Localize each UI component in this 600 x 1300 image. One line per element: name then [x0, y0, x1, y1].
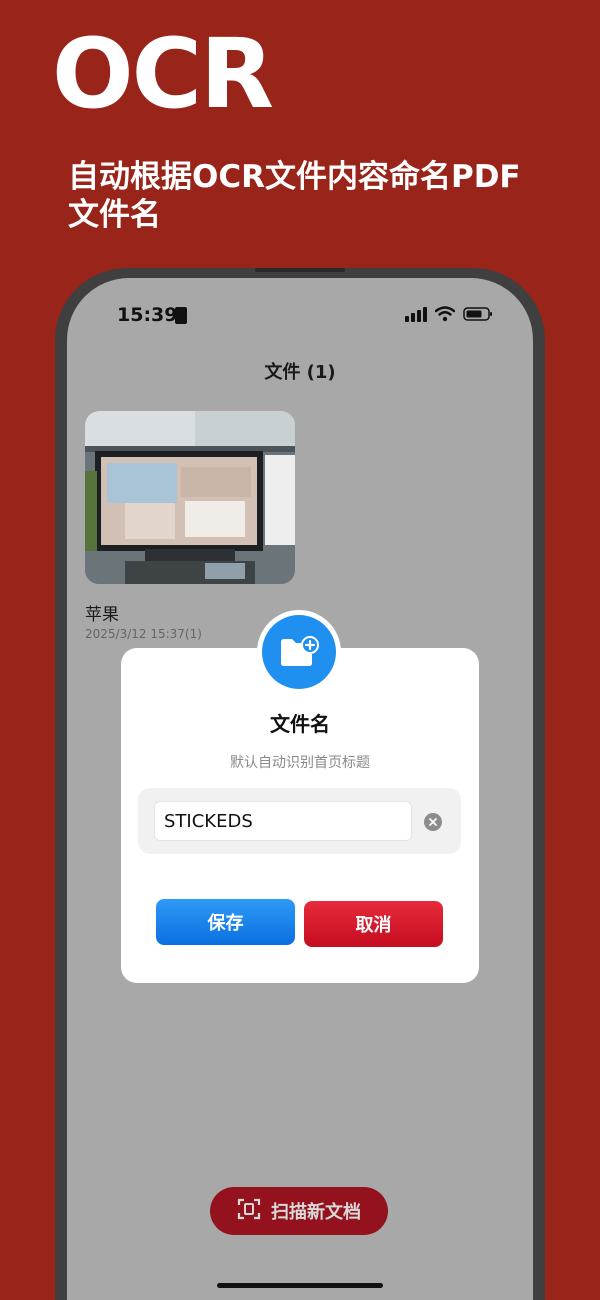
battery-icon: [463, 306, 493, 326]
promo-title: OCR: [52, 18, 274, 130]
scan-button-label: 扫描新文档: [271, 1202, 361, 1223]
dialog-icon-ring: [257, 610, 341, 694]
status-indicators: [405, 306, 493, 326]
clear-icon[interactable]: [424, 813, 442, 831]
dialog-subtitle: 默认自动识别首页标题: [230, 755, 370, 771]
scan-new-document-button[interactable]: 扫描新文档: [210, 1187, 388, 1235]
file-name[interactable]: 苹果: [85, 600, 119, 625]
cancel-button[interactable]: 取消: [304, 901, 443, 947]
save-button[interactable]: 保存: [156, 899, 295, 945]
home-indicator[interactable]: [217, 1283, 383, 1288]
file-meta: 2025/3/12 15:37(1): [85, 627, 202, 641]
wifi-icon: [434, 306, 456, 326]
phone-notch: [255, 268, 345, 272]
nav-title: 文件 (1): [264, 362, 336, 383]
folder-plus-icon: [262, 615, 336, 689]
signal-icon: [405, 306, 427, 326]
filename-input[interactable]: [154, 801, 412, 841]
status-time: 15:39: [117, 304, 178, 326]
file-thumbnail[interactable]: [85, 411, 295, 584]
promo-subtitle: 自动根据OCR文件内容命名PDF文件名: [68, 159, 521, 233]
filename-dialog: 文件名 默认自动识别首页标题 保存 取消: [121, 648, 479, 983]
input-panel: [138, 788, 461, 854]
scan-icon: [237, 1197, 261, 1226]
dialog-title: 文件名: [270, 712, 330, 736]
sim-icon: [175, 307, 187, 324]
thumbnail-image: [85, 411, 295, 584]
status-bar: 15:39: [67, 304, 533, 330]
